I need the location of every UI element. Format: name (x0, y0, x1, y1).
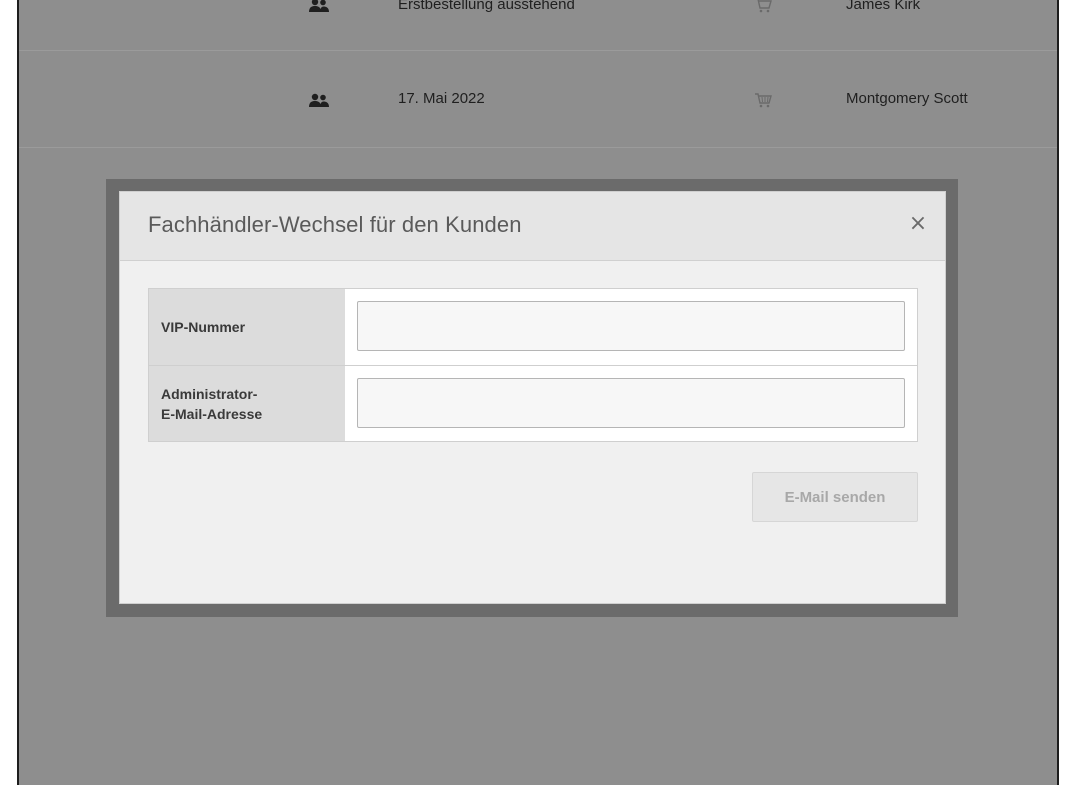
modal-header: Fachhändler-Wechsel für den Kunden × (120, 192, 945, 261)
people-icon (309, 93, 329, 107)
row-name: Montgomery Scott (846, 90, 968, 107)
vip-number-label-text: VIP-Nummer (161, 319, 246, 335)
window-edge-right (1057, 0, 1073, 785)
send-email-button[interactable]: E-Mail senden (752, 472, 918, 522)
cart-icon (757, 0, 772, 13)
close-button[interactable]: × (905, 210, 931, 236)
dealer-change-modal: Fachhändler-Wechsel für den Kunden × VIP… (119, 191, 946, 604)
admin-email-label-line1: Administrator- (161, 385, 258, 402)
table-row: 17. Mai 2022 Montgomery Scott (19, 51, 1057, 148)
admin-email-input[interactable] (357, 378, 905, 428)
people-icon (309, 0, 329, 12)
vip-number-label: VIP-Nummer (149, 289, 345, 365)
row-date: 17. Mai 2022 (398, 90, 485, 107)
window-edge-left (0, 0, 19, 785)
admin-email-label: Administrator- E-Mail-Adresse (149, 366, 345, 441)
row-date: Erstbestellung ausstehend (398, 0, 575, 13)
form-row-vip: VIP-Nummer (149, 289, 917, 366)
admin-email-label-line2: E-Mail-Adresse (161, 405, 263, 422)
form-table: VIP-Nummer Administrator- E-Mail-Adresse (148, 288, 918, 442)
modal-title: Fachhändler-Wechsel für den Kunden (148, 212, 522, 237)
cart-icon (755, 93, 772, 108)
close-icon: × (908, 210, 928, 236)
admin-email-label-text: Administrator- E-Mail-Adresse (161, 384, 262, 424)
vip-number-input[interactable] (357, 301, 905, 351)
table-row: Erstbestellung ausstehend James Kirk (19, 0, 1057, 51)
row-name: James Kirk (846, 0, 921, 13)
form-row-admin-email: Administrator- E-Mail-Adresse (149, 366, 917, 441)
